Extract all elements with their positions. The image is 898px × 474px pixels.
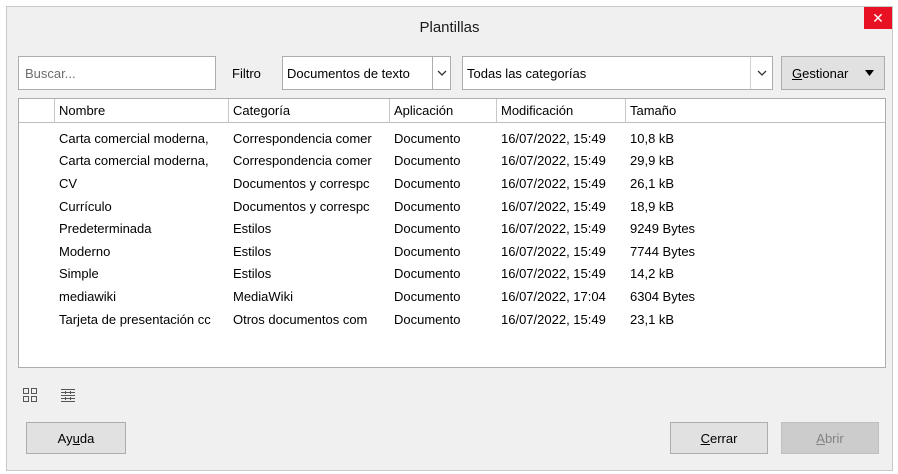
help-button[interactable]: Ayuda	[26, 422, 126, 454]
cell-category: Correspondencia comer	[233, 153, 372, 169]
caret-down-icon	[865, 68, 874, 78]
table-row[interactable]: Carta comercial moderna, Correspondencia …	[19, 150, 885, 173]
cell-size: 9249 Bytes	[630, 221, 696, 237]
filter-dropdown[interactable]: Documentos de texto	[282, 56, 451, 90]
cell-category: Estilos	[233, 243, 272, 259]
cell-size: 23,1 kB	[630, 311, 675, 327]
cell-size: 18,9 kB	[630, 198, 675, 214]
table-row[interactable]: CV Documentos y correspc Documento 16/07/20…	[19, 172, 885, 195]
cell-application: Documento	[394, 221, 461, 237]
cell-name: Simple	[59, 266, 99, 282]
cell-modified: 16/07/2022, 15:49	[501, 198, 606, 214]
dialog-title: Plantillas	[419, 18, 480, 36]
filter-label: Filtro	[232, 66, 261, 81]
chevron-down-icon[interactable]	[432, 57, 450, 89]
list-view-icon[interactable]	[58, 385, 78, 405]
cell-name: Currículo	[59, 198, 112, 214]
table-row[interactable]: Simple Estilos Documento 16/07/2022, 15:49 1…	[19, 263, 885, 286]
table-row[interactable]: Tarjeta de presentación cc Otros document…	[19, 308, 885, 331]
templates-list[interactable]: Nombre Categoría Aplicación Modificación…	[18, 98, 886, 368]
cell-name: Carta comercial moderna,	[59, 130, 209, 146]
cell-size: 14,2 kB	[630, 266, 675, 282]
cell-modified: 16/07/2022, 17:04	[501, 288, 606, 304]
cell-modified: 16/07/2022, 15:49	[501, 175, 606, 191]
close-button-label: Cerrar	[700, 430, 738, 446]
list-header: Nombre Categoría Aplicación Modificación…	[19, 99, 885, 123]
close-button[interactable]: Cerrar	[670, 422, 768, 454]
cell-category: MediaWiki	[233, 288, 293, 304]
table-row[interactable]: Predeterminada Estilos Documento 16/07/2022…	[19, 217, 885, 240]
open-button-label: Abrir	[816, 430, 844, 446]
cell-application: Documento	[394, 243, 461, 259]
help-button-label: Ayuda	[57, 430, 95, 446]
cell-category: Otros documentos com	[233, 311, 368, 327]
cell-category: Correspondencia comer	[233, 130, 372, 146]
column-header-application[interactable]: Aplicación	[390, 99, 497, 122]
close-icon: ✕	[872, 9, 884, 26]
cell-application: Documento	[394, 153, 461, 169]
cell-application: Documento	[394, 311, 461, 327]
cell-category: Documentos y correspc	[233, 175, 370, 191]
cell-modified: 16/07/2022, 15:49	[501, 266, 606, 282]
filter-selected-value: Documentos de texto	[287, 65, 410, 81]
table-row[interactable]: Carta comercial moderna, Correspondencia …	[19, 127, 885, 150]
manage-button[interactable]: Gestionar	[781, 56, 885, 90]
cell-application: Documento	[394, 130, 461, 146]
title-bar: Plantillas ✕	[7, 7, 892, 47]
category-dropdown[interactable]: Todas las categorías	[462, 56, 773, 90]
close-window-button[interactable]: ✕	[864, 7, 892, 29]
table-row[interactable]: Currículo Documentos y correspc Documento 1…	[19, 195, 885, 218]
cell-modified: 16/07/2022, 15:49	[501, 243, 606, 259]
column-header-blank	[19, 99, 55, 122]
table-row[interactable]: Moderno Estilos Documento 16/07/2022, 15:49…	[19, 240, 885, 263]
manage-button-label: Gestionar	[792, 65, 849, 81]
cell-category: Estilos	[233, 266, 272, 282]
cell-name: Moderno	[59, 243, 111, 259]
view-mode-switcher	[20, 385, 78, 405]
column-header-name[interactable]: Nombre	[55, 99, 229, 122]
cell-size: 10,8 kB	[630, 130, 675, 146]
table-row[interactable]: mediawiki MediaWiki Documento 16/07/2022, 1…	[19, 285, 885, 308]
cell-name: CV	[59, 175, 78, 191]
cell-size: 6304 Bytes	[630, 288, 696, 304]
cell-modified: 16/07/2022, 15:49	[501, 130, 606, 146]
cell-modified: 16/07/2022, 15:49	[501, 311, 606, 327]
chevron-down-icon[interactable]	[750, 57, 772, 89]
cell-name: Carta comercial moderna,	[59, 153, 209, 169]
column-header-category[interactable]: Categoría	[229, 99, 390, 122]
search-input[interactable]	[18, 56, 216, 90]
cell-modified: 16/07/2022, 15:49	[501, 221, 606, 237]
column-header-modified[interactable]: Modificación	[497, 99, 626, 122]
category-selected-value: Todas las categorías	[467, 65, 587, 81]
column-header-size[interactable]: Tamaño	[626, 99, 885, 122]
thumbnail-view-icon[interactable]	[20, 385, 40, 405]
list-body: Carta comercial moderna, Correspondencia …	[19, 123, 885, 330]
cell-category: Documentos y correspc	[233, 198, 370, 214]
cell-application: Documento	[394, 198, 461, 214]
cell-name: Tarjeta de presentación cc	[59, 311, 211, 327]
cell-application: Documento	[394, 266, 461, 282]
cell-name: mediawiki	[59, 288, 117, 304]
cell-modified: 16/07/2022, 15:49	[501, 153, 606, 169]
cell-application: Documento	[394, 288, 461, 304]
cell-category: Estilos	[233, 221, 272, 237]
cell-size: 7744 Bytes	[630, 243, 696, 259]
cell-application: Documento	[394, 175, 461, 191]
cell-name: Predeterminada	[59, 221, 152, 237]
cell-size: 29,9 kB	[630, 153, 675, 169]
open-button[interactable]: Abrir	[781, 422, 879, 454]
cell-size: 26,1 kB	[630, 175, 675, 191]
